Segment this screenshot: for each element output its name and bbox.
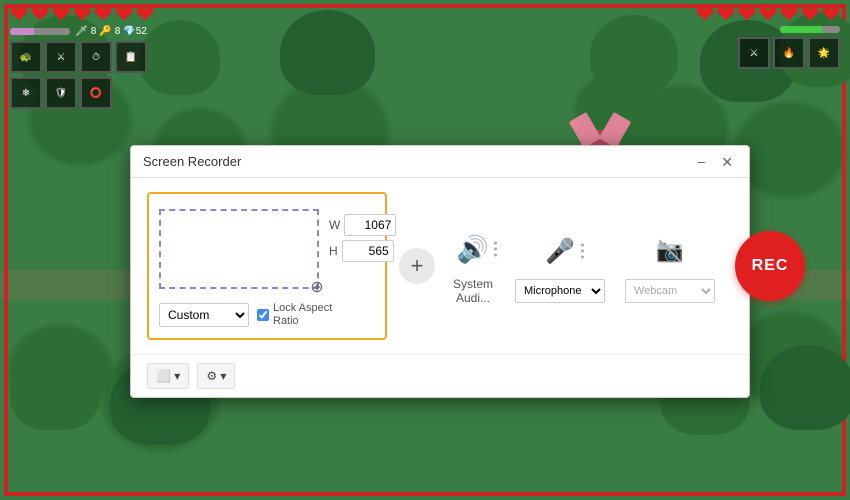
microphone-icon-area: 🎤	[538, 229, 582, 273]
heart-3	[52, 6, 70, 22]
close-button[interactable]: ✕	[717, 155, 737, 169]
hearts-display	[10, 6, 154, 22]
lock-aspect-area: Lock AspectRatio	[257, 302, 332, 328]
hud-item-1: 🐢	[10, 41, 42, 73]
hud-item-7: ⭕	[80, 77, 112, 109]
hud-item-5: ❄	[10, 77, 42, 109]
screen-controls-row: Custom Lock AspectRatio	[159, 302, 375, 328]
dialog-titlebar: Screen Recorder − ✕	[131, 146, 749, 178]
height-row: H 565	[329, 240, 396, 262]
webcam-icon: 📷	[656, 238, 683, 264]
system-audio-icon-area: 🔊	[451, 227, 495, 271]
microphone-icon: 🎤	[545, 237, 575, 266]
hud-item-3: ⏱	[80, 41, 112, 73]
heart-r4	[759, 6, 777, 22]
heart-r7	[822, 6, 840, 22]
heart-r2	[717, 6, 735, 22]
heart-4	[73, 6, 91, 22]
add-source-button[interactable]: +	[399, 248, 435, 284]
minimize-button[interactable]: −	[693, 155, 709, 169]
av-section: 🔊 System Audi... 🎤 Microphone	[451, 227, 805, 305]
dialog-title: Screen Recorder	[143, 154, 241, 169]
hud-item-6: 🛡	[45, 77, 77, 109]
webcam-icon-area: 📷	[648, 229, 692, 273]
mic-level-dots	[581, 244, 584, 259]
hearts-right	[696, 6, 840, 22]
crosshair-icon: ⊕	[307, 277, 327, 297]
height-label: H	[329, 244, 338, 258]
system-audio-item: 🔊 System Audi...	[451, 227, 495, 305]
webcam-item: 📷 Webcam	[625, 229, 715, 303]
width-row: W 1067	[329, 214, 396, 236]
hud-r-item-2: 🔥	[773, 37, 805, 69]
dialog-body: ⊕ W 1067 H 565 Custo	[131, 178, 749, 354]
heart-r6	[801, 6, 819, 22]
microphone-item: 🎤 Microphone	[515, 229, 605, 303]
width-label: W	[329, 218, 340, 232]
dialog-footer: ⬜ ▾ ⚙ ▾	[131, 354, 749, 397]
hud-item-4: 📋	[115, 41, 147, 73]
screen-dashed-rect: ⊕	[159, 209, 319, 289]
screen-preview[interactable]: ⊕	[159, 204, 319, 294]
webcam-select[interactable]: Webcam	[625, 279, 715, 303]
microphone-select[interactable]: Microphone	[515, 279, 605, 303]
hud-r-item-3: 🌟	[808, 37, 840, 69]
settings-button[interactable]: ⚙ ▾	[197, 363, 235, 389]
width-input[interactable]: 1067	[344, 214, 396, 236]
title-controls: − ✕	[693, 155, 737, 169]
screen-section: ⊕ W 1067 H 565 Custo	[147, 192, 387, 340]
heart-5	[94, 6, 112, 22]
resolution-select[interactable]: Custom	[159, 303, 249, 327]
heart-7	[136, 6, 154, 22]
wh-inputs: W 1067 H 565	[329, 214, 396, 262]
screenshot-button[interactable]: ⬜ ▾	[147, 363, 189, 389]
hud-top: 🗡 8 🔑 8 💎52 🐢 ⚔ ⏱ 📋 ❄ 🛡 ⭕	[0, 0, 850, 60]
heart-r3	[738, 6, 756, 22]
screen-recorder-dialog: Screen Recorder − ✕ ⊕ W 1067	[130, 145, 750, 398]
heart-r1	[696, 6, 714, 22]
lock-aspect-checkbox[interactable]	[257, 309, 269, 321]
heart-1	[10, 6, 28, 22]
hud-r-item-1: ⚔	[738, 37, 770, 69]
heart-6	[115, 6, 133, 22]
height-input[interactable]: 565	[342, 240, 394, 262]
system-audio-label: System Audi...	[451, 277, 495, 305]
lock-aspect-label: Lock AspectRatio	[273, 302, 332, 328]
speaker-icon: 🔊	[457, 234, 489, 265]
heart-2	[31, 6, 49, 22]
hud-item-2: ⚔	[45, 41, 77, 73]
audio-level-dots	[494, 242, 497, 257]
heart-r5	[780, 6, 798, 22]
rec-button[interactable]: REC	[735, 231, 805, 301]
